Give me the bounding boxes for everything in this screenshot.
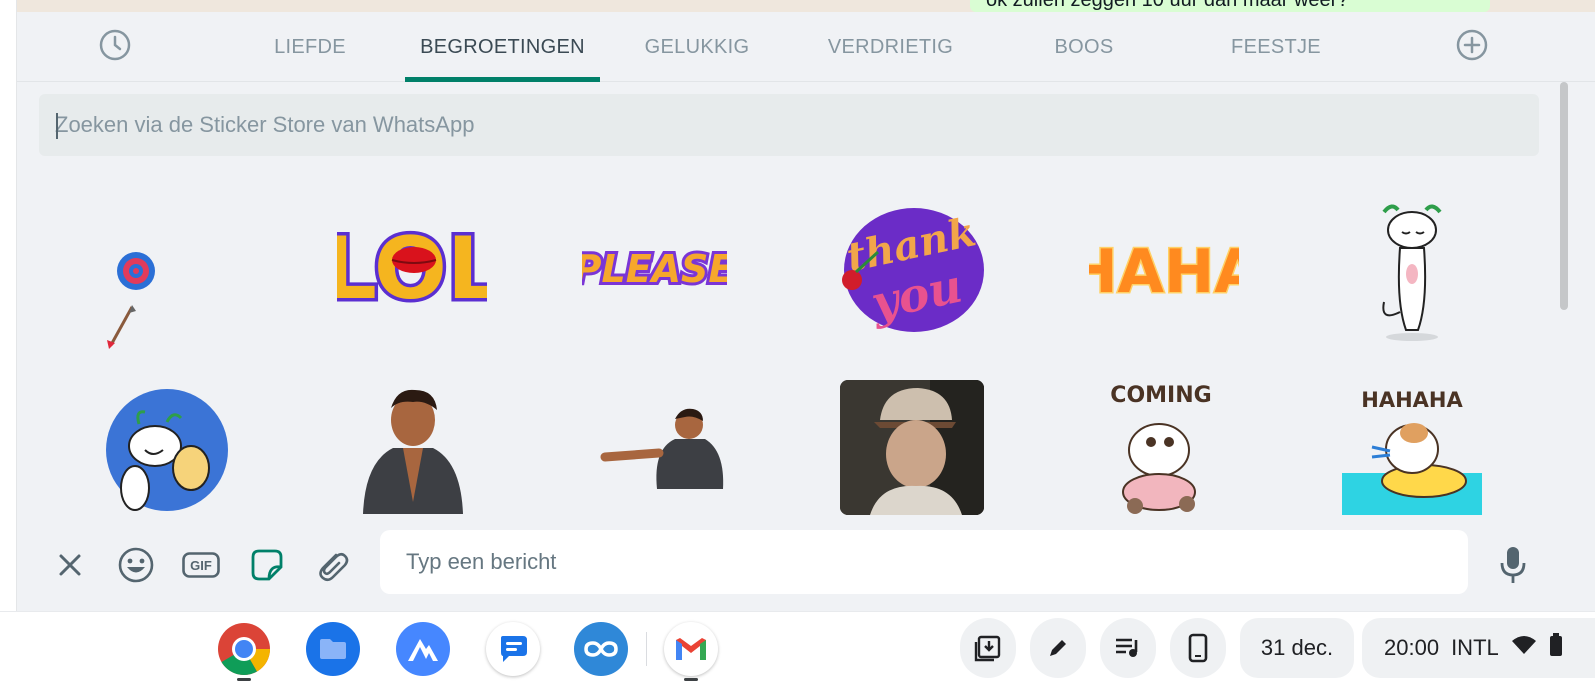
battery-icon (1549, 633, 1563, 663)
coming-text: COMING (1110, 383, 1211, 408)
tab-feestje[interactable]: FEESTJE (1221, 12, 1331, 82)
please-sticker[interactable]: PLEASE (571, 230, 738, 305)
tab-gelukkig[interactable]: GELUKKIG (642, 12, 752, 82)
message-input[interactable] (406, 549, 1468, 575)
microphone-icon[interactable] (1490, 542, 1536, 588)
sticker-search-box (39, 94, 1539, 156)
message-field (380, 530, 1468, 594)
target-arrow-sticker[interactable] (105, 245, 165, 355)
coming-hamster-sticker[interactable]: COMING (1099, 380, 1229, 515)
emoji-icon[interactable] (113, 542, 159, 588)
input-method-label: INTL (1451, 635, 1499, 660)
chromeos-shelf: 31 dec. 20:00 INTL (0, 611, 1595, 697)
chat-area-peek: ok zullen zeggen 10 uur dan maar weer? (17, 0, 1595, 12)
files-app-icon[interactable] (306, 622, 360, 676)
tab-verdrietig[interactable]: VERDRIETIG (823, 12, 958, 82)
gif-button[interactable]: GIF (178, 542, 224, 588)
close-icon[interactable] (47, 542, 93, 588)
please-text: PLEASE (582, 247, 727, 291)
text-caret (56, 113, 58, 139)
running-indicator (237, 678, 251, 681)
downloads-icon[interactable] (960, 618, 1016, 678)
haha-text: HAHA (1089, 237, 1239, 305)
pointing-man-sticker[interactable] (597, 405, 727, 490)
thank-you-sticker[interactable]: thank you (834, 198, 989, 343)
shelf-separator (646, 632, 647, 666)
link-app-icon[interactable] (574, 622, 628, 676)
plus-circle-icon[interactable] (1455, 28, 1489, 62)
paperclip-icon[interactable] (309, 542, 355, 588)
date-tray[interactable]: 31 dec. (1240, 618, 1354, 678)
tab-liefde[interactable]: LIEFDE (260, 12, 360, 82)
status-area[interactable]: 20:00 INTL (1362, 618, 1595, 678)
sticker-grid: LOL PLEASE thank you HAHA (17, 170, 1557, 515)
gmail-app-icon[interactable] (664, 622, 718, 676)
media-queue-icon[interactable] (1100, 618, 1156, 678)
message-bubble: ok zullen zeggen 10 uur dan maar weer? (970, 0, 1490, 12)
gif-label: GIF (190, 557, 212, 573)
messages-app-icon[interactable] (486, 622, 540, 676)
hahaha-hamster-sticker[interactable]: HAHAHA (1342, 385, 1482, 515)
sticker-search-input[interactable] (55, 112, 1539, 138)
pen-icon[interactable] (1030, 618, 1086, 678)
nord-app-icon[interactable] (396, 622, 450, 676)
sticker-icon[interactable] (244, 542, 290, 588)
lol-sticker[interactable]: LOL (319, 216, 506, 323)
hahaha-text: HAHAHA (1361, 388, 1463, 412)
scrollbar[interactable] (1560, 82, 1568, 310)
tab-begroetingen[interactable]: BEGROETINGEN (405, 12, 600, 82)
clock-icon[interactable] (98, 28, 132, 62)
haha-sticker[interactable]: HAHA (1066, 230, 1263, 309)
boy-cap-photo-sticker[interactable] (840, 380, 984, 515)
whatsapp-sticker-panel: ok zullen zeggen 10 uur dan maar weer? L… (17, 0, 1595, 620)
time-label: 20:00 (1384, 635, 1440, 660)
sidebar-edge (0, 0, 17, 620)
praying-man-sticker[interactable] (353, 382, 473, 514)
message-composer: GIF (17, 520, 1595, 610)
running-indicator (684, 678, 698, 681)
tab-boos[interactable]: BOOS (1047, 12, 1121, 82)
date-label: 31 dec. (1260, 635, 1334, 660)
hug-creatures-sticker[interactable] (105, 388, 229, 512)
praying-creature-sticker[interactable] (1372, 202, 1452, 342)
chrome-app-icon[interactable] (217, 622, 271, 676)
wifi-icon (1511, 635, 1537, 661)
sticker-category-tabs: LIEFDE BEGROETINGEN GELUKKIG VERDRIETIG … (17, 12, 1595, 82)
phone-hub-icon[interactable] (1170, 618, 1226, 678)
